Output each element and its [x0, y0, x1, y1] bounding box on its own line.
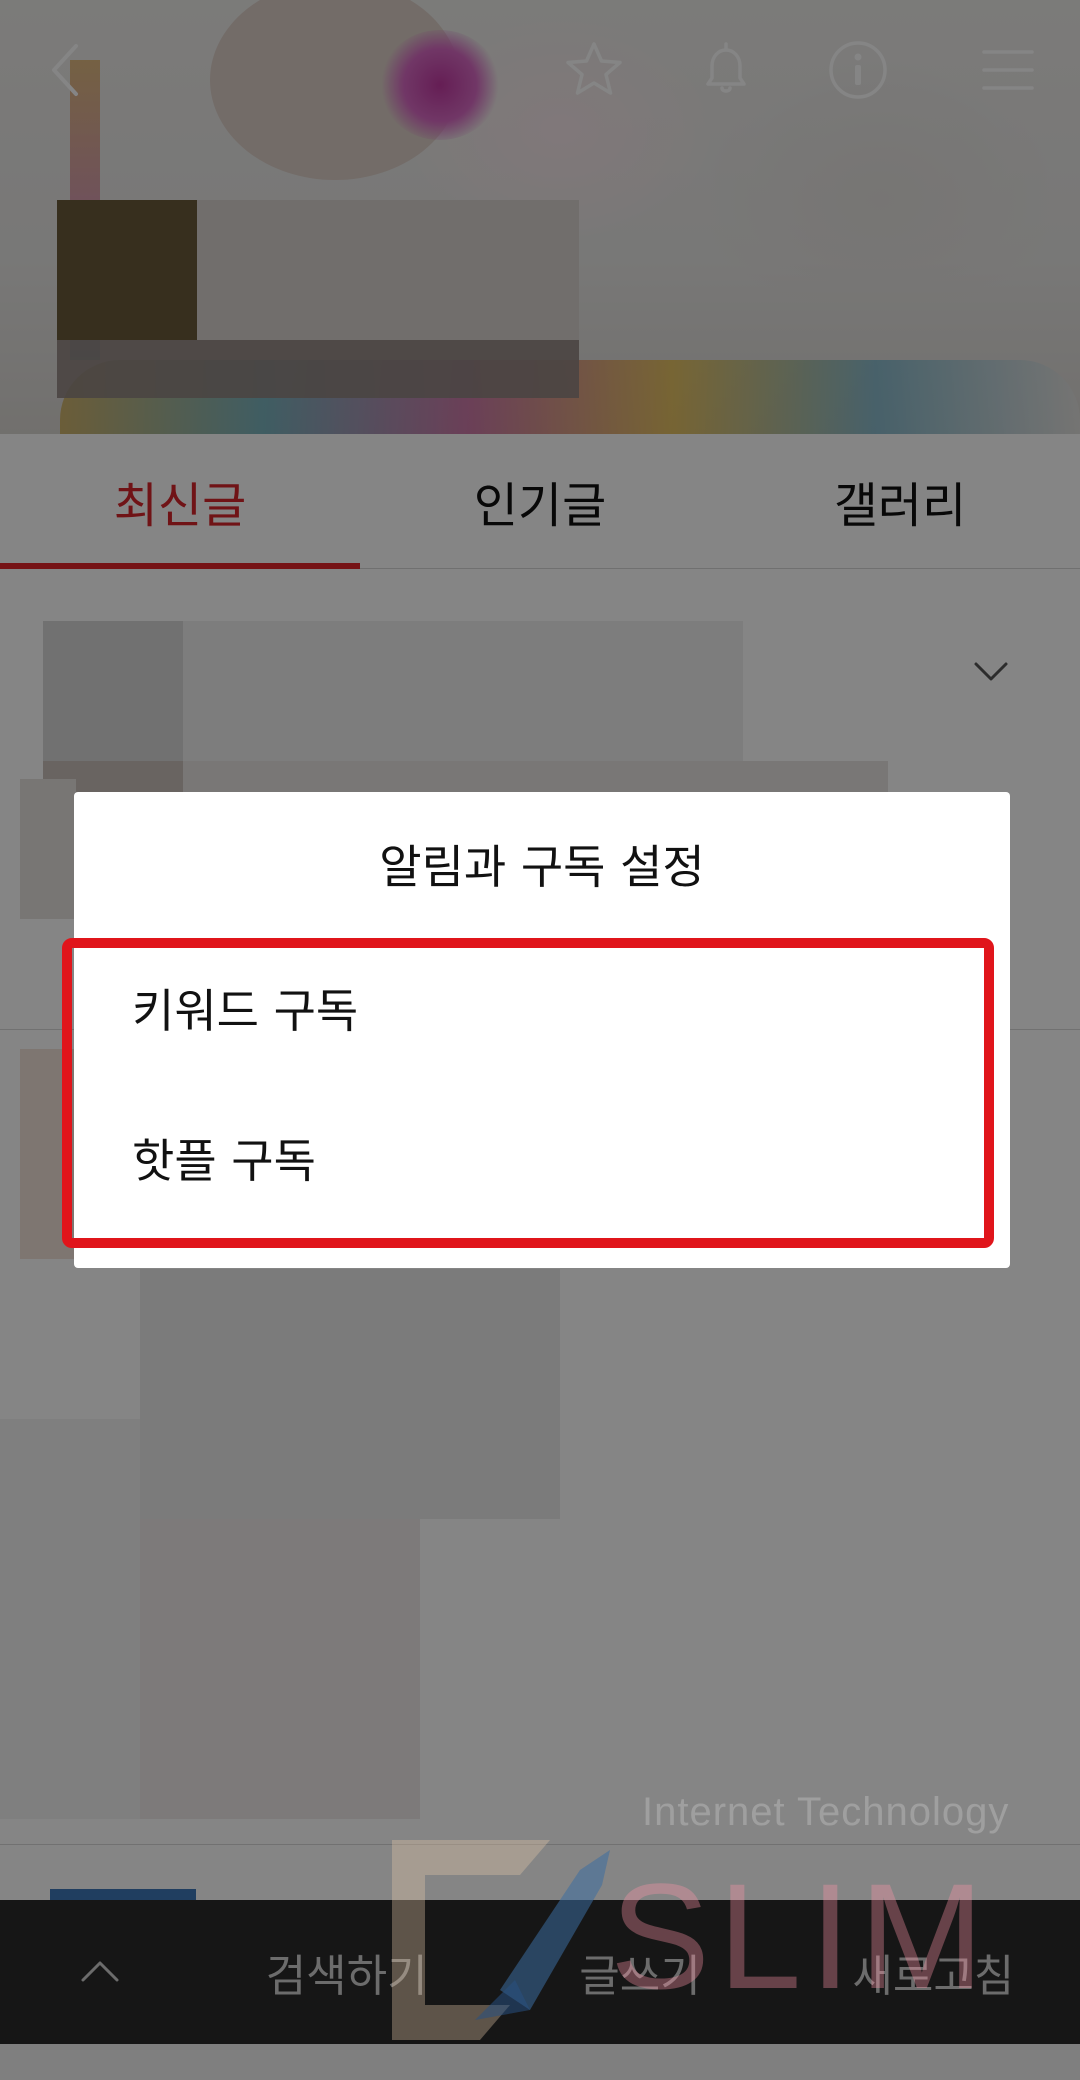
dialog-title: 알림과 구독 설정 [379, 840, 705, 894]
options-highlight-box: 키워드 구독 핫플 구독 [62, 938, 994, 1248]
subscription-settings-dialog: 알림과 구독 설정 키워드 구독 핫플 구독 [62, 792, 1010, 1268]
keyword-subscribe-option[interactable]: 키워드 구독 [132, 948, 932, 1068]
app-screen: 최신글 인기글 갤러리 검색하기 글쓰기 새로고침 알림과 구독 설정 키워드 … [0, 0, 1080, 2080]
hotplace-subscribe-option[interactable]: 핫플 구독 [132, 1098, 932, 1218]
